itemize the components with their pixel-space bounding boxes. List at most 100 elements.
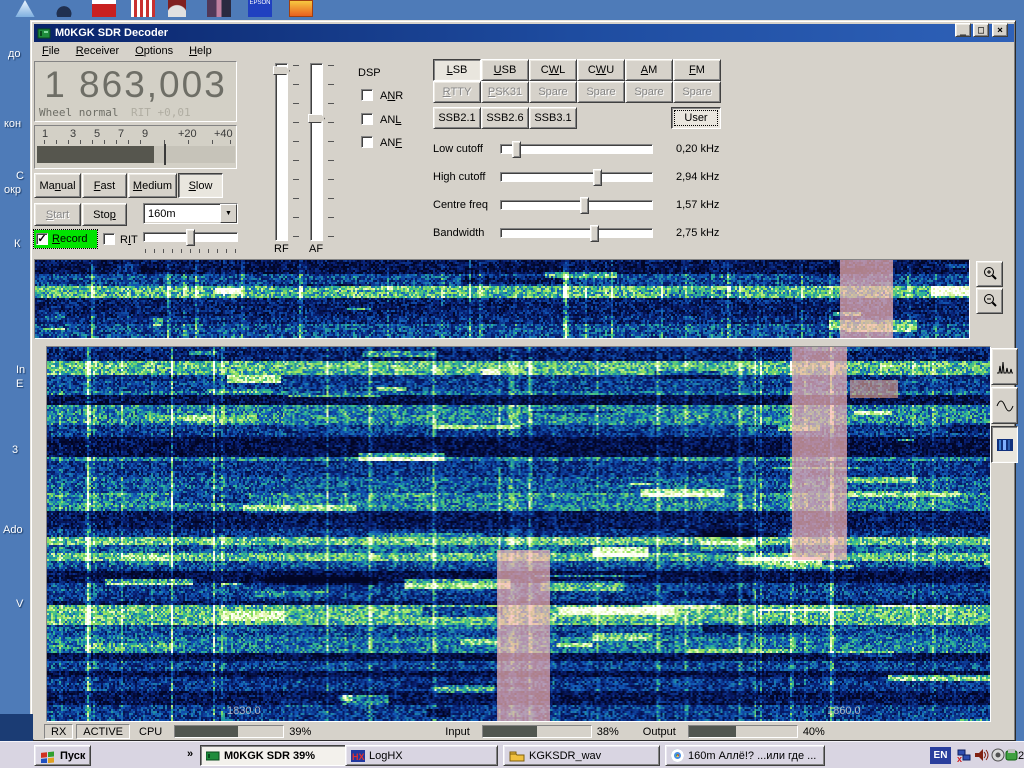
low-cutoff-slider[interactable] xyxy=(500,141,653,158)
quick-launch-chevron[interactable]: » xyxy=(187,748,193,760)
menu-receiver[interactable]: Receiver xyxy=(68,44,127,58)
network-error-icon[interactable]: x xyxy=(956,748,972,763)
stop-button[interactable]: Stop xyxy=(82,203,127,226)
chevron-down-icon[interactable]: ▼ xyxy=(220,204,237,223)
zoom-in-button[interactable] xyxy=(976,261,1003,287)
taskbar-button-chrome[interactable]: 160m Аллё!? ...или где ... xyxy=(665,745,825,766)
active-indicator: ACTIVE xyxy=(76,724,130,739)
cpu-progressbar xyxy=(174,725,284,738)
photo-icon[interactable] xyxy=(289,0,313,17)
anr-checkbox[interactable] xyxy=(361,89,373,101)
anf-checkbox[interactable] xyxy=(361,136,373,148)
input-label: Input xyxy=(439,724,475,739)
high-cutoff-slider[interactable] xyxy=(500,169,653,186)
menu-file[interactable]: File xyxy=(34,44,68,58)
desktop-label: 3 xyxy=(12,444,18,456)
agc-manual-button[interactable]: Manual xyxy=(34,173,81,198)
smeter-tick-label: 3 xyxy=(70,128,76,140)
band-select[interactable]: 160m ▼ xyxy=(143,203,238,224)
mode-cwl-button[interactable]: CWL xyxy=(529,59,577,81)
scope-view-button[interactable] xyxy=(991,387,1018,424)
passband-overlay xyxy=(850,380,898,398)
bandwidth-slider[interactable] xyxy=(500,225,653,242)
mode-rtty-button[interactable]: RTTY xyxy=(433,81,481,103)
filter-value: 2,75 kHz xyxy=(676,227,719,239)
waterfall-view-button[interactable] xyxy=(991,426,1018,463)
chrome-icon xyxy=(671,749,684,762)
mode-ssb31-button[interactable]: SSB3.1 xyxy=(529,107,577,129)
rit-checkbox[interactable] xyxy=(103,233,115,245)
minimize-button[interactable]: _ xyxy=(955,23,971,37)
rf-gain-slider[interactable] xyxy=(275,63,288,241)
sdr-app-icon xyxy=(206,750,220,762)
usb-icon[interactable] xyxy=(1005,748,1018,762)
epson-icon[interactable]: EPSON xyxy=(248,0,272,17)
ring-icon[interactable] xyxy=(52,0,76,17)
waterfall-display[interactable]: 1830.0 1860.0 xyxy=(46,346,991,722)
menu-options[interactable]: Options xyxy=(127,44,181,58)
title-bar[interactable]: M0KGK SDR Decoder xyxy=(34,24,1014,42)
window-title: M0KGK SDR Decoder xyxy=(55,27,168,39)
winamp-icon[interactable] xyxy=(92,0,116,17)
mode-spare-button[interactable]: Spare xyxy=(673,81,721,103)
mode-user-button[interactable]: User xyxy=(671,107,721,129)
spectrum-view-button[interactable] xyxy=(991,348,1018,385)
teardrop-icon[interactable] xyxy=(13,0,37,17)
app-icon xyxy=(37,27,51,40)
mode-ssb21-button[interactable]: SSB2.1 xyxy=(433,107,481,129)
language-indicator[interactable]: EN xyxy=(930,747,951,764)
loghx-icon: HX xyxy=(351,750,365,762)
start-button[interactable]: Пуск xyxy=(34,745,91,766)
filter-label: High cutoff xyxy=(433,171,485,183)
record-checkbox[interactable]: ✓ xyxy=(36,233,48,245)
mode-am-button[interactable]: AM xyxy=(625,59,673,81)
mode-ssb26-button[interactable]: SSB2.6 xyxy=(481,107,529,129)
books-icon[interactable] xyxy=(207,0,231,17)
taskbar-button-loghx[interactable]: HX LogHX xyxy=(345,745,498,766)
agc-slow-button[interactable]: Slow xyxy=(178,173,223,198)
record-toggle[interactable]: ✓ Record xyxy=(34,230,97,248)
zoom-out-button[interactable] xyxy=(976,288,1003,314)
mode-lsb-button[interactable]: LSB xyxy=(433,59,481,81)
epson-label: EPSON xyxy=(249,0,270,6)
menu-help[interactable]: Help xyxy=(181,44,220,58)
sdr-window: M0KGK SDR Decoder _ □ × File Receiver Op… xyxy=(30,20,1016,741)
smeter-tick-label: +40 xyxy=(214,128,233,140)
spectrum-strip[interactable] xyxy=(34,259,970,339)
filter-value: 2,94 kHz xyxy=(676,171,719,183)
anl-checkbox[interactable] xyxy=(361,113,373,125)
mode-spare-button[interactable]: Spare xyxy=(529,81,577,103)
mode-fm-button[interactable]: FM xyxy=(673,59,721,81)
start-button[interactable]: Start xyxy=(34,203,81,226)
mode-psk31-button[interactable]: PSK31 xyxy=(481,81,529,103)
mode-spare-button[interactable]: Spare xyxy=(625,81,673,103)
rit-slider[interactable] xyxy=(143,229,238,246)
taskbar-button-folder[interactable]: KGKSDR_wav xyxy=(503,745,660,766)
waterfall-icon xyxy=(996,438,1014,452)
taskbar-button-sdr[interactable]: M0KGK SDR 39% xyxy=(200,745,358,766)
maximize-button[interactable]: □ xyxy=(973,23,989,37)
taskbar-button-label: 160m Аллё!? ...или где ... xyxy=(688,750,816,762)
menu-bar: File Receiver Options Help xyxy=(34,42,1014,59)
mode-cwu-button[interactable]: CWU xyxy=(577,59,625,81)
smeter-peak-marker xyxy=(164,144,166,165)
cpu-percent: 39% xyxy=(289,726,311,738)
start-label: Пуск xyxy=(60,750,85,762)
desktop-label: кон xyxy=(4,118,21,130)
desktop-label: In xyxy=(16,364,25,376)
taskbar-button-label: LogHX xyxy=(369,750,403,762)
smeter-fill xyxy=(37,146,154,163)
flag-icon[interactable] xyxy=(131,0,155,17)
mode-usb-button[interactable]: USB xyxy=(481,59,529,81)
centre-freq-slider[interactable] xyxy=(500,197,653,214)
close-button[interactable]: × xyxy=(992,23,1008,37)
agc-fast-button[interactable]: Fast xyxy=(82,173,127,198)
af-gain-slider[interactable] xyxy=(310,63,323,241)
stopwatch-icon[interactable] xyxy=(168,0,186,17)
agc-medium-button[interactable]: Medium xyxy=(128,173,177,198)
media-icon[interactable] xyxy=(991,748,1005,762)
mode-spare-button[interactable]: Spare xyxy=(577,81,625,103)
passband-overlay xyxy=(497,550,550,721)
anl-label: ANL xyxy=(380,114,401,126)
volume-icon[interactable] xyxy=(974,747,989,763)
